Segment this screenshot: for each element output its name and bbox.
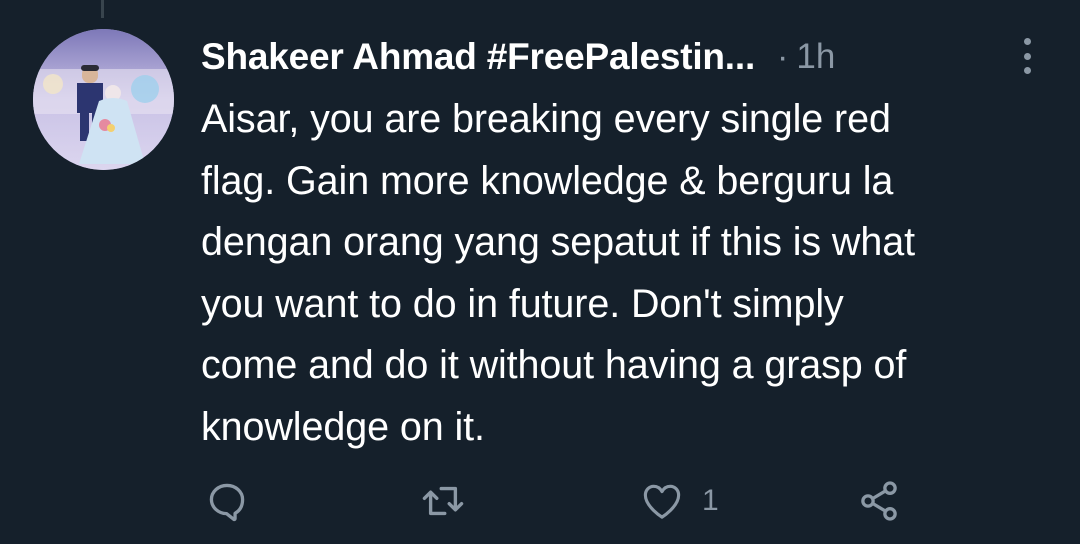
- comment-bubble-icon: [209, 483, 245, 522]
- tweet-text-line: you want to do in future. Don't simply: [201, 281, 844, 326]
- reply-button[interactable]: [205, 476, 249, 526]
- more-options-icon[interactable]: [1013, 38, 1041, 74]
- tweet-text-line: knowledge on it.: [201, 404, 485, 449]
- author-display-name[interactable]: Shakeer Ahmad #FreePalestin...: [201, 36, 755, 78]
- thread-connector-line: [101, 0, 104, 18]
- header-separator: ·: [777, 37, 789, 76]
- more-dot: [1023, 38, 1031, 45]
- tweet-body: Aisar, you are breaking every single red…: [201, 89, 1061, 458]
- share-button[interactable]: [857, 476, 901, 526]
- retweet-icon: [422, 486, 464, 516]
- tweet-timestamp[interactable]: 1h: [796, 37, 835, 77]
- more-dot: [1023, 67, 1031, 74]
- retweet-button[interactable]: [420, 476, 466, 526]
- avatar[interactable]: [33, 29, 174, 170]
- share-icon: [861, 481, 897, 521]
- heart-icon: [643, 484, 681, 519]
- avatar-photo: [33, 29, 174, 170]
- tweet-text-line: dengan orang yang sepatut if this is wha…: [201, 220, 915, 264]
- more-dot: [1023, 52, 1031, 60]
- tweet-header: Shakeer Ahmad #FreePalestin... · 1h: [201, 34, 1061, 80]
- tweet-text-line: Aisar, you are breaking every single red: [201, 97, 891, 141]
- like-count: 1: [702, 484, 719, 517]
- tweet-text-line: come and do it without having a grasp of: [201, 343, 907, 387]
- tweet-text-line: flag. Gain more knowledge & berguru la: [201, 158, 894, 203]
- like-button[interactable]: 1: [641, 476, 719, 526]
